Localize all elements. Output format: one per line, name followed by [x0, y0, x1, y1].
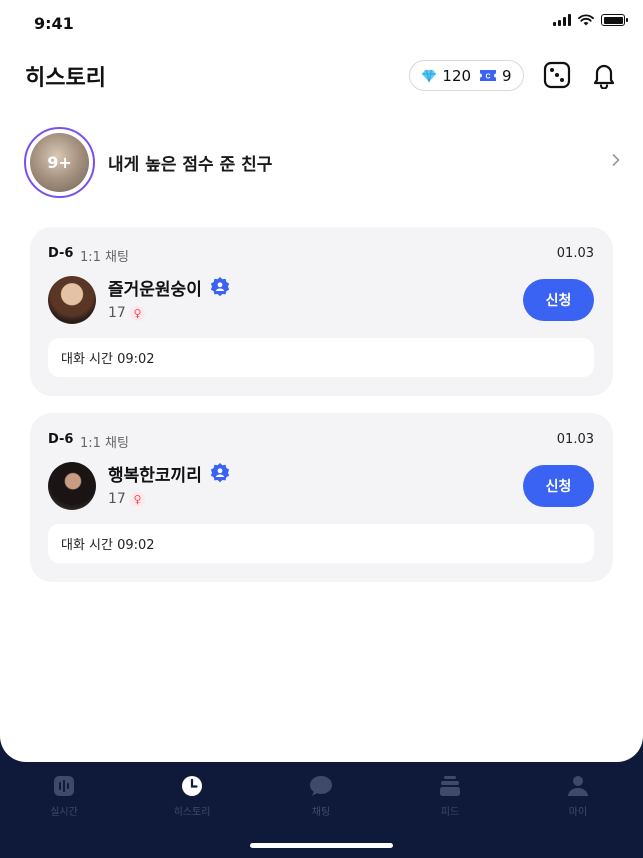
bell-icon	[593, 64, 615, 89]
avatar[interactable]	[48, 462, 96, 510]
chat-duration: 대화 시간 09:02	[48, 338, 594, 377]
home-indicator	[250, 843, 393, 848]
tab-label: 채팅	[311, 807, 331, 818]
user-name: 즐거운원숭이	[108, 280, 202, 300]
random-match-button[interactable]	[543, 61, 571, 89]
clock-icon	[180, 774, 204, 798]
dday-label: D-6	[48, 246, 74, 261]
user-name: 행복한코끼리	[108, 466, 202, 486]
tab-history[interactable]: 히스토리	[152, 774, 232, 818]
tab-label: 피드	[440, 807, 460, 818]
dice-icon	[543, 61, 571, 89]
history-date: 01.03	[556, 432, 594, 447]
friend-count-badge: 9+	[47, 152, 72, 172]
verified-badge-icon	[210, 277, 230, 297]
diamond-icon	[422, 69, 437, 82]
live-icon	[52, 774, 76, 798]
female-icon: ♀	[130, 492, 145, 507]
verified-badge-icon	[210, 463, 230, 483]
battery-icon	[601, 14, 628, 26]
wifi-icon	[578, 14, 594, 26]
chevron-right-icon	[612, 154, 620, 166]
friend-avatar: 9+	[30, 132, 89, 192]
chat-duration: 대화 시간 09:02	[48, 524, 594, 563]
top-score-friends-label: 내게 높은 점수 준 친구	[108, 154, 273, 175]
chat-type: 1:1 채팅	[80, 250, 129, 265]
top-score-friends-row[interactable]: 9+ 내게 높은 점수 준 친구	[24, 126, 622, 198]
ticket-count: 9	[502, 66, 512, 85]
history-card[interactable]: D-6 1:1 채팅 01.03 즐거운원숭이 17 ♀ 신청 대화 시간 09…	[30, 227, 613, 396]
tab-label: 실시간	[50, 807, 78, 818]
status-icons	[553, 14, 628, 26]
page-title: 히스토리	[25, 66, 106, 91]
friend-avatar-ring: 9+	[24, 126, 95, 198]
user-age: 17	[108, 305, 126, 321]
chat-icon	[309, 774, 333, 798]
wallet-balance[interactable]: 120 C 9	[409, 60, 524, 91]
tab-live[interactable]: 실시간	[24, 774, 104, 818]
person-icon	[566, 774, 590, 798]
history-date: 01.03	[556, 246, 594, 261]
apply-button[interactable]: 신청	[523, 465, 594, 507]
tab-chat[interactable]: 채팅	[281, 774, 361, 818]
cellular-signal-icon	[553, 14, 571, 26]
tab-my[interactable]: 마이	[538, 774, 618, 818]
dday-label: D-6	[48, 432, 74, 447]
history-card[interactable]: D-6 1:1 채팅 01.03 행복한코끼리 17 ♀ 신청 대화 시간 09…	[30, 413, 613, 582]
tab-label: 마이	[568, 807, 588, 818]
tab-label: 히스토리	[173, 807, 211, 818]
status-time: 9:41	[34, 14, 74, 33]
ticket-icon: C	[480, 70, 497, 81]
ticket-balance: C 9	[479, 67, 512, 85]
tab-feed[interactable]: 피드	[410, 774, 490, 818]
apply-button[interactable]: 신청	[523, 279, 594, 321]
screen: 9:41 히스토리 120 C 9 9+ 내게 높은 점수 준 친구 D-6 1…	[0, 0, 643, 762]
notification-button[interactable]	[590, 61, 618, 89]
female-icon: ♀	[130, 306, 145, 321]
feed-icon	[438, 774, 462, 798]
avatar[interactable]	[48, 276, 96, 324]
gem-balance: 120	[421, 67, 471, 85]
gem-count: 120	[442, 66, 472, 85]
user-age: 17	[108, 491, 126, 507]
chat-type: 1:1 채팅	[80, 436, 129, 451]
svg-text:C: C	[486, 74, 491, 81]
